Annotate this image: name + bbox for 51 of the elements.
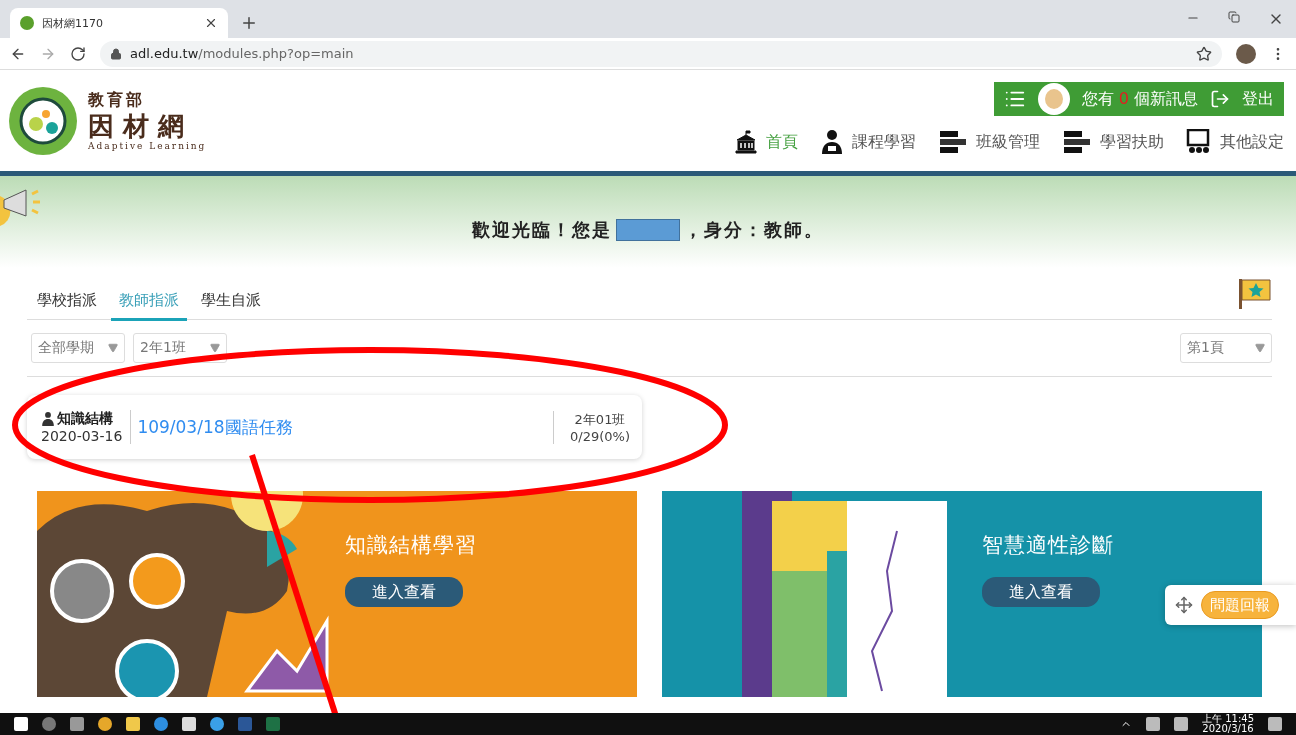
nav-link[interactable]: 班級管理 <box>938 129 1040 155</box>
profile-avatar[interactable] <box>1236 43 1256 64</box>
task-title-link[interactable]: 109/03/18國語任務 <box>131 415 554 439</box>
enter-button[interactable]: 進入查看 <box>982 577 1100 607</box>
feature-title: 智慧適性診斷 <box>982 532 1114 559</box>
reload-icon[interactable] <box>70 45 86 62</box>
dropdown-select[interactable]: 2年1班 <box>133 333 227 363</box>
site-name: 因 材 網 <box>88 111 186 141</box>
dropdown-select[interactable]: 全部學期 <box>31 333 125 363</box>
task-date: 2020-03-16 <box>41 428 123 444</box>
site-favicon-icon <box>20 16 34 30</box>
site-subtitle: Adaptive Learning <box>88 141 207 151</box>
tab[interactable]: 學生自派 <box>193 285 269 321</box>
address-field[interactable]: adl.edu.tw/modules.php?op=main <box>100 40 1222 67</box>
person-laptop-icon <box>820 129 844 155</box>
feature-title: 知識結構學習 <box>345 532 477 559</box>
welcome-text: 歡迎光臨！您是 <box>472 218 612 242</box>
nav-link[interactable]: 學習扶助 <box>1062 129 1164 155</box>
restore-icon[interactable] <box>1228 11 1240 23</box>
star-flag-icon <box>1238 277 1272 309</box>
school-building-icon <box>734 130 758 154</box>
class-name: 2年01班 <box>574 410 626 429</box>
move-arrows-icon[interactable] <box>1175 596 1193 614</box>
caret-icon <box>108 343 118 353</box>
nav-link[interactable]: 其他設定 <box>1186 129 1284 155</box>
browser-tab[interactable]: 因材網1170 <box>10 8 228 38</box>
presentation-board-icon <box>1186 129 1212 155</box>
lock-icon <box>110 47 122 60</box>
new-tab-icon[interactable] <box>240 14 258 32</box>
page-select[interactable]: 第1頁 <box>1180 333 1272 363</box>
stacked-bars-icon <box>1062 130 1092 154</box>
close-icon[interactable] <box>204 16 218 30</box>
role-text: ，身分：教師。 <box>684 218 824 242</box>
site-logo-icon <box>8 85 78 156</box>
nav-link[interactable]: 課程學習 <box>820 129 916 155</box>
person-laptop-icon <box>41 411 55 427</box>
tab-title: 因材網1170 <box>42 15 104 31</box>
stacked-bars-icon <box>938 130 968 154</box>
enter-button[interactable]: 進入查看 <box>345 577 463 607</box>
clock-date: 2020/3/16 <box>1202 724 1254 734</box>
org-name: 教育部 <box>88 90 146 111</box>
task-type: 知識結構 <box>41 410 113 428</box>
redaction-block <box>616 219 680 241</box>
tab[interactable]: 學校指派 <box>29 285 105 321</box>
caret-icon <box>1255 343 1265 353</box>
mascot-icon <box>1037 83 1070 115</box>
logout-icon[interactable] <box>1210 89 1230 109</box>
star-icon[interactable] <box>1196 45 1212 62</box>
caret-icon <box>210 343 220 353</box>
clock-time: 上午 11:45 <box>1202 714 1254 724</box>
progress-text: 0/29(0%) <box>570 428 630 444</box>
